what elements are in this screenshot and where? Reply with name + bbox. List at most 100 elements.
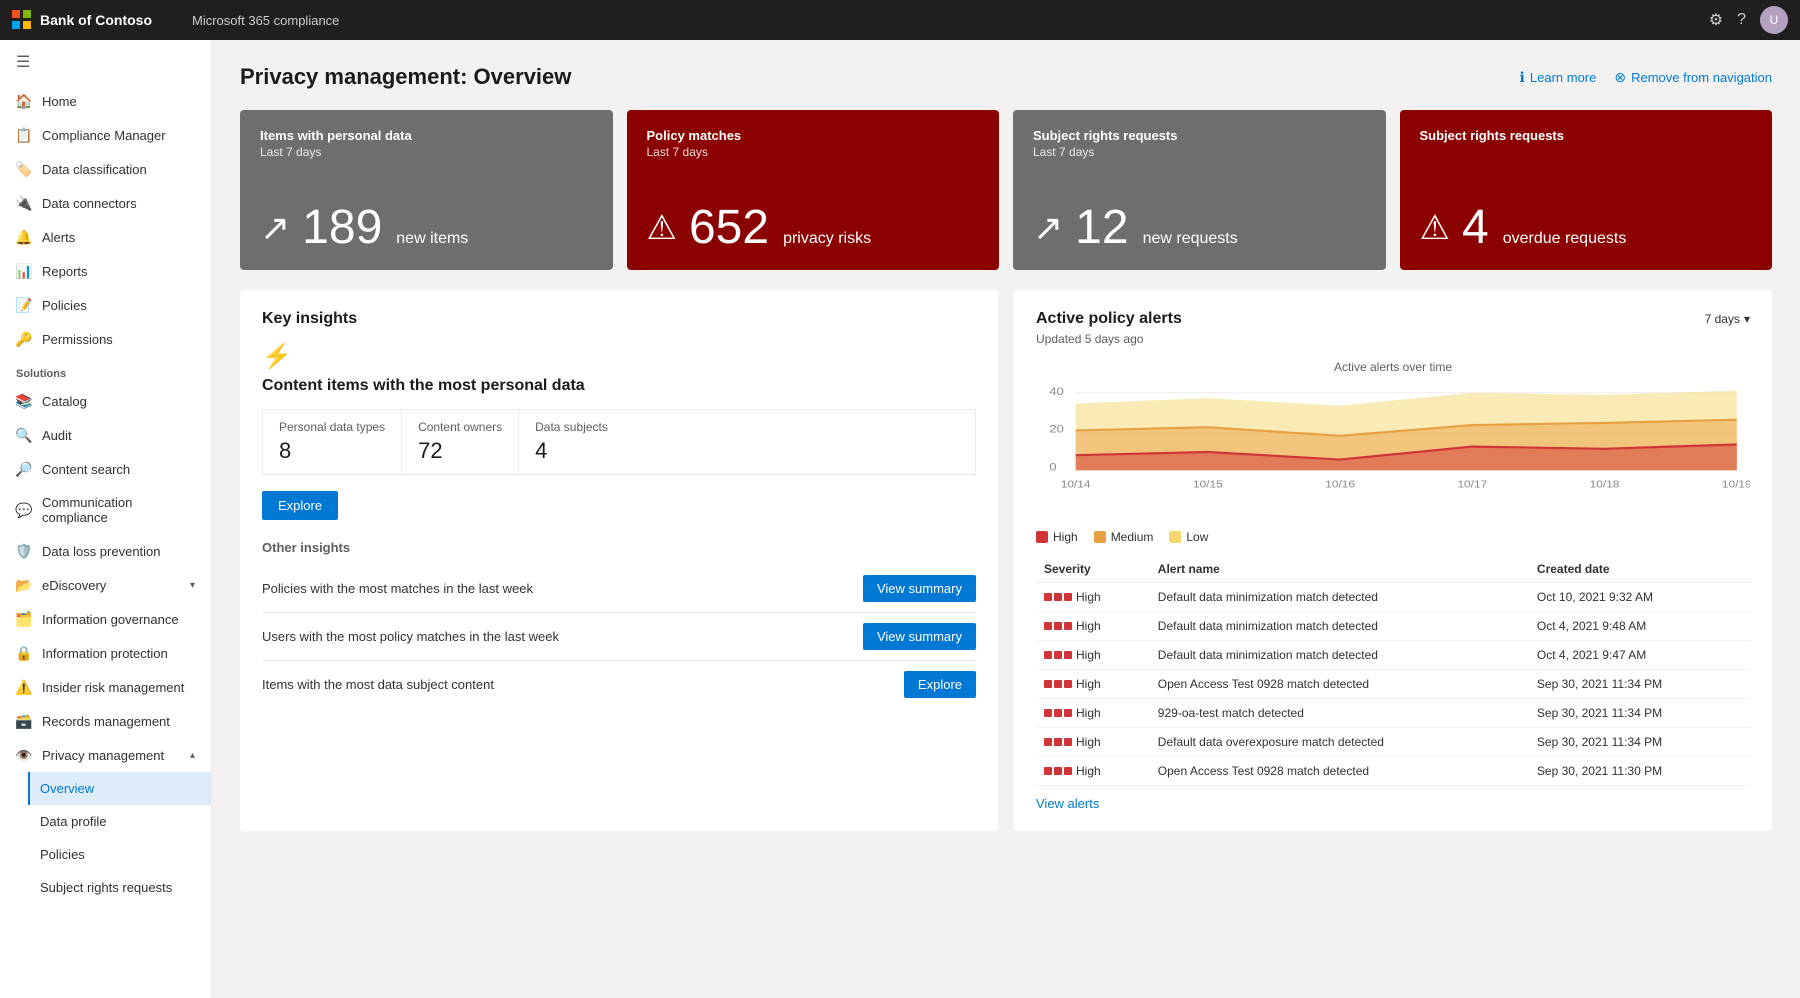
alert-name-5: Default data overexposure match detected <box>1150 728 1529 757</box>
user-avatar[interactable]: U <box>1760 6 1788 34</box>
key-insights-title: Key insights <box>262 310 976 328</box>
stat-content-owners: Content owners 72 <box>402 410 519 474</box>
insight-heading: Content items with the most personal dat… <box>262 377 976 395</box>
sidebar-label-alerts: Alerts <box>42 230 75 245</box>
sidebar-item-compliance-manager[interactable]: 📋 Compliance Manager <box>0 118 211 152</box>
permissions-icon: 🔑 <box>16 331 32 347</box>
view-summary-button-0[interactable]: View summary <box>863 575 976 602</box>
explore-button[interactable]: Explore <box>262 491 338 520</box>
legend-dot-medium <box>1094 531 1106 543</box>
stat-label-1: Content owners <box>418 420 502 434</box>
privacy-management-expand-icon: ▴ <box>190 750 195 761</box>
sidebar-label-reports: Reports <box>42 264 88 279</box>
stat-label-0: Personal data types <box>279 420 385 434</box>
help-icon[interactable]: ? <box>1737 11 1746 29</box>
alert-severity-1: High <box>1036 612 1150 641</box>
insight-row-2: Items with the most data subject content… <box>262 661 976 708</box>
alert-severity-0: High <box>1036 583 1150 612</box>
learn-more-link[interactable]: ℹ Learn more <box>1520 69 1597 86</box>
explore-button-2[interactable]: Explore <box>904 671 976 698</box>
card-bottom-subject-rights-new: ↗ 12 new requests <box>1033 204 1366 252</box>
data-classification-icon: 🏷️ <box>16 161 32 177</box>
catalog-icon: 📚 <box>16 393 32 409</box>
card-subject-rights-new[interactable]: Subject rights requests Last 7 days ↗ 12… <box>1013 110 1386 270</box>
sidebar-item-alerts[interactable]: 🔔 Alerts <box>0 220 211 254</box>
app-logo[interactable]: Bank of Contoso <box>12 10 192 30</box>
solutions-section-header: Solutions <box>0 356 211 384</box>
org-name: Bank of Contoso <box>40 12 152 28</box>
sidebar-label-policies: Policies <box>42 298 87 313</box>
sidebar-item-communication-compliance[interactable]: 💬 Communication compliance <box>0 486 211 534</box>
summary-cards: Items with personal data Last 7 days ↗ 1… <box>240 110 1772 270</box>
card-number-subject-rights-new: 12 <box>1075 204 1128 252</box>
sidebar-label-audit: Audit <box>42 428 72 443</box>
sidebar-item-insider-risk[interactable]: ⚠️ Insider risk management <box>0 670 211 704</box>
sidebar-item-data-connectors[interactable]: 🔌 Data connectors <box>0 186 211 220</box>
sidebar-item-subject-rights-requests[interactable]: Subject rights requests <box>28 871 211 904</box>
information-governance-icon: 🗂️ <box>16 611 32 627</box>
remove-from-nav-link[interactable]: ⊗ Remove from navigation <box>1614 69 1772 86</box>
card-subject-rights-overdue[interactable]: Subject rights requests ⚠ 4 overdue requ… <box>1400 110 1773 270</box>
compliance-manager-icon: 📋 <box>16 127 32 143</box>
legend-dot-low <box>1169 531 1181 543</box>
sidebar-item-audit[interactable]: 🔍 Audit <box>0 418 211 452</box>
settings-icon[interactable]: ⚙ <box>1709 10 1723 30</box>
sidebar-item-overview[interactable]: Overview <box>28 772 211 805</box>
sidebar-item-records-management[interactable]: 🗃️ Records management <box>0 704 211 738</box>
topbar: Bank of Contoso Microsoft 365 compliance… <box>0 0 1800 40</box>
sidebar-item-policies[interactable]: 📝 Policies <box>0 288 211 322</box>
legend-label-high: High <box>1053 530 1078 544</box>
card-title-personal-data: Items with personal data <box>260 128 593 143</box>
alert-name-1: Default data minimization match detected <box>1150 612 1529 641</box>
alert-row-0[interactable]: High Default data minimization match det… <box>1036 583 1750 612</box>
sidebar-item-home[interactable]: 🏠 Home <box>0 84 211 118</box>
sidebar-item-data-classification[interactable]: 🏷️ Data classification <box>0 152 211 186</box>
alert-severity-2: High <box>1036 641 1150 670</box>
alert-name-2: Default data minimization match detected <box>1150 641 1529 670</box>
col-severity: Severity <box>1036 556 1150 583</box>
insight-stats: Personal data types 8 Content owners 72 … <box>262 409 976 475</box>
sidebar-label-communication-compliance: Communication compliance <box>42 495 195 525</box>
card-warning-icon-overdue: ⚠ <box>1420 211 1450 245</box>
lower-panels: Key insights ⚡ Content items with the mo… <box>240 290 1772 831</box>
card-number-personal-data: 189 <box>302 204 382 252</box>
sidebar-item-privacy-management[interactable]: 👁️ Privacy management ▴ <box>0 738 211 772</box>
sidebar-item-information-protection[interactable]: 🔒 Information protection <box>0 636 211 670</box>
app-title: Microsoft 365 compliance <box>192 13 339 28</box>
stat-label-2: Data subjects <box>535 420 608 434</box>
alert-row-4[interactable]: High 929-oa-test match detected Sep 30, … <box>1036 699 1750 728</box>
sidebar-toggle[interactable]: ☰ <box>0 40 211 84</box>
view-alerts-link[interactable]: View alerts <box>1036 796 1099 811</box>
sidebar-item-information-governance[interactable]: 🗂️ Information governance <box>0 602 211 636</box>
sidebar-label-records-management: Records management <box>42 714 170 729</box>
alert-row-6[interactable]: High Open Access Test 0928 match detecte… <box>1036 757 1750 786</box>
sidebar: ☰ 🏠 Home 📋 Compliance Manager 🏷️ Data cl… <box>0 40 212 998</box>
sidebar-item-content-search[interactable]: 🔎 Content search <box>0 452 211 486</box>
chart-area: 40 20 0 <box>1036 382 1750 522</box>
sidebar-item-reports[interactable]: 📊 Reports <box>0 254 211 288</box>
sidebar-item-ediscovery[interactable]: 📂 eDiscovery ▾ <box>0 568 211 602</box>
alert-row-1[interactable]: High Default data minimization match det… <box>1036 612 1750 641</box>
other-insights: Other insights Policies with the most ma… <box>262 540 976 708</box>
col-created-date: Created date <box>1529 556 1750 583</box>
card-number-subject-rights-overdue: 4 <box>1462 204 1489 252</box>
sidebar-item-permissions[interactable]: 🔑 Permissions <box>0 322 211 356</box>
card-subtitle-personal-data: new items <box>396 230 468 248</box>
header-actions: ℹ Learn more ⊗ Remove from navigation <box>1520 69 1772 86</box>
days-selector[interactable]: 7 days ▾ <box>1705 312 1750 326</box>
view-summary-button-1[interactable]: View summary <box>863 623 976 650</box>
sidebar-item-catalog[interactable]: 📚 Catalog <box>0 384 211 418</box>
card-personal-data[interactable]: Items with personal data Last 7 days ↗ 1… <box>240 110 613 270</box>
main-content: Privacy management: Overview ℹ Learn mor… <box>212 40 1800 998</box>
card-policy-matches[interactable]: Policy matches Last 7 days ⚠ 652 privacy… <box>627 110 1000 270</box>
alert-row-5[interactable]: High Default data overexposure match det… <box>1036 728 1750 757</box>
sidebar-item-data-loss-prevention[interactable]: 🛡️ Data loss prevention <box>0 534 211 568</box>
alert-row-3[interactable]: High Open Access Test 0928 match detecte… <box>1036 670 1750 699</box>
ediscovery-expand-icon: ▾ <box>190 580 195 591</box>
insight-row-1: Users with the most policy matches in th… <box>262 613 976 661</box>
home-icon: 🏠 <box>16 93 32 109</box>
sidebar-item-sub-policies[interactable]: Policies <box>28 838 211 871</box>
sidebar-item-data-profile[interactable]: Data profile <box>28 805 211 838</box>
alert-row-2[interactable]: High Default data minimization match det… <box>1036 641 1750 670</box>
svg-text:10/15: 10/15 <box>1193 480 1223 491</box>
